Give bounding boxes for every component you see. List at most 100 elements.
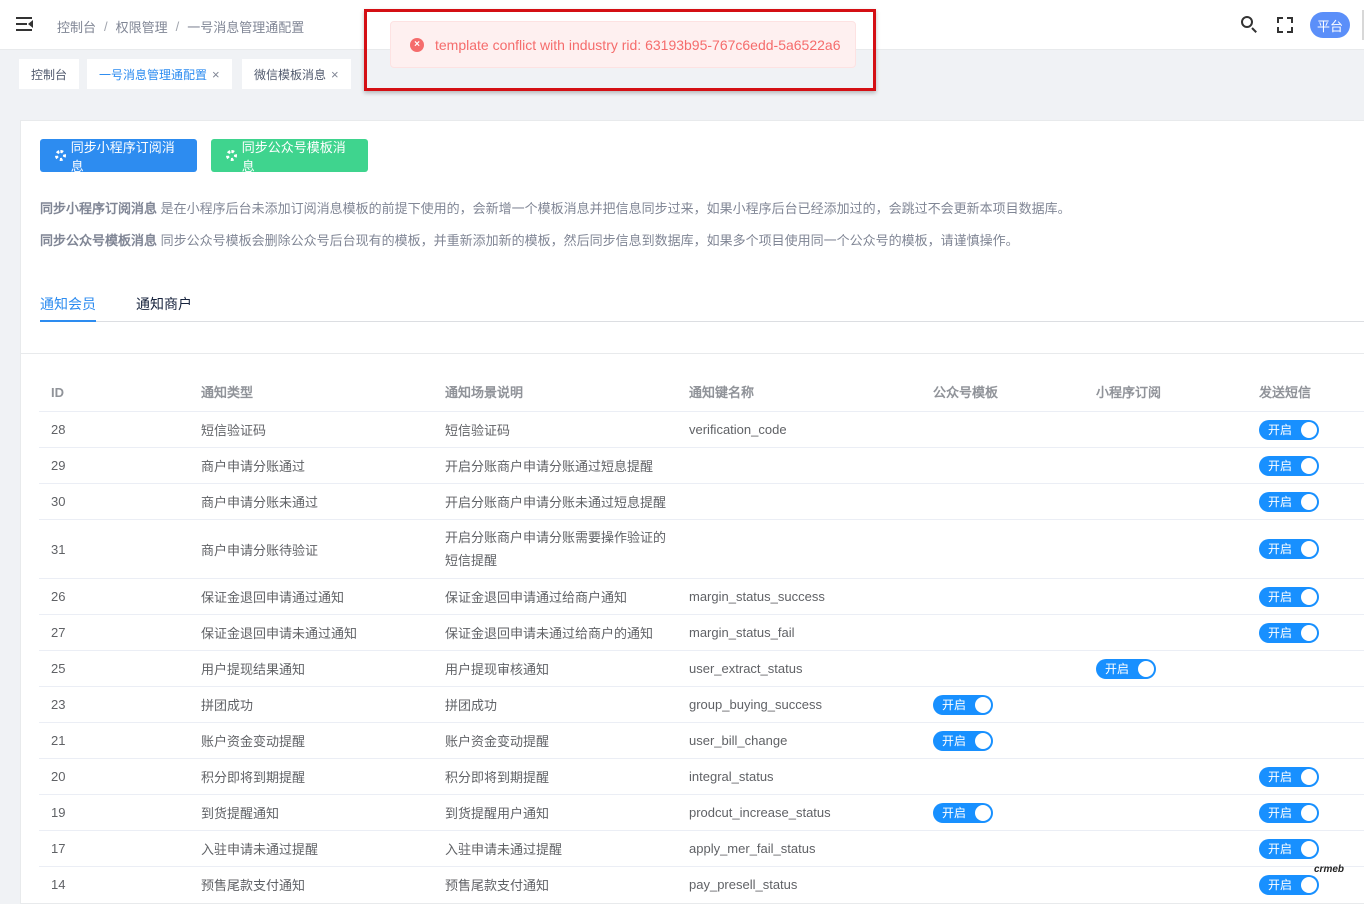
tab-notify-member[interactable]: 通知会员: [40, 294, 96, 314]
switch-knob: [1301, 768, 1317, 785]
sync-miniprogram-button[interactable]: 同步小程序订阅消息: [40, 139, 197, 174]
sms-switch[interactable]: 开启: [1259, 539, 1319, 559]
cell-switch: 开启: [933, 795, 993, 830]
cell-type: 用户提现结果通知: [201, 662, 306, 677]
main-card: 同步小程序订阅消息 同步公众号模板消息 同步小程序订阅消息 是在小程序后台未添加…: [20, 120, 1364, 904]
cell-key: user_extract_status: [689, 661, 803, 676]
cell-switch: 开启: [1259, 484, 1319, 519]
cell-id: 17: [51, 841, 66, 856]
wechat-template-switch[interactable]: 开启: [933, 694, 993, 715]
tag-label: 一号消息管理通配置: [99, 67, 208, 82]
cell-id: 14: [51, 877, 66, 892]
cell-id: 28: [51, 422, 66, 437]
close-icon[interactable]: ×: [331, 68, 339, 81]
table-row: 31 商户申请分账待验证 开启分账商户申请分账需要操作验证的短信提醒 开启: [39, 519, 1364, 578]
cell-type: 商户申请分账待验证: [201, 542, 319, 558]
sms-switch[interactable]: 开启: [1259, 491, 1319, 512]
table-row: 25 用户提现结果通知 用户提现审核通知 user_extract_status 开启: [39, 650, 1364, 686]
cell-key: margin_status_fail: [689, 625, 795, 640]
switch-knob: [1301, 421, 1317, 438]
switch-label: 开启: [1268, 877, 1293, 892]
table-row: 17 入驻申请未通过提醒 入驻申请未通过提醒 apply_mer_fail_statu…: [39, 830, 1364, 866]
cell-id: 29: [51, 458, 66, 473]
switch-knob: [1301, 588, 1317, 605]
sms-switch[interactable]: 开启: [1259, 419, 1319, 440]
cell-scene: 开启分账商户申请分账需要操作验证的短信提醒: [445, 530, 667, 568]
switch-label: 开启: [942, 805, 967, 820]
active-tab-indicator: [40, 320, 96, 322]
breadcrumb-item-permission[interactable]: 权限管理: [116, 17, 168, 36]
search-icon[interactable]: [1240, 15, 1260, 35]
note-title: 同步小程序订阅消息: [40, 201, 158, 216]
switch-label: 开启: [1268, 494, 1293, 509]
gear-icon: [226, 150, 237, 161]
sync-official-note: 同步公众号模板消息 同步公众号模板会删除公众号后台现有的模板，并重新添加新的模板…: [40, 230, 1019, 249]
cell-scene: 保证金退回申请通过给商户通知: [445, 590, 628, 605]
error-toast: × template conflict with industry rid: 6…: [390, 21, 856, 68]
gear-icon: [55, 150, 66, 161]
switch-knob: [1301, 624, 1317, 641]
cell-scene: 短信验证码: [445, 423, 511, 438]
tag-dashboard[interactable]: 控制台: [19, 59, 80, 89]
cell-scene: 开启分账商户申请分账通过短息提醒: [445, 459, 654, 474]
cell-switch: 开启: [933, 723, 993, 758]
cell-id: 27: [51, 625, 66, 640]
cell-switch: 开启: [1259, 615, 1319, 650]
table-row: 21 账户资金变动提醒 账户资金变动提醒 user_bill_change 开启: [39, 722, 1364, 758]
cell-switch: 开启: [1259, 448, 1319, 483]
wechat-template-switch[interactable]: 开启: [933, 730, 993, 751]
cell-id: 30: [51, 494, 66, 509]
cell-id: 23: [51, 697, 66, 712]
switch-label: 开启: [1268, 769, 1293, 784]
cell-switch: 开启: [1259, 412, 1319, 447]
switch-label: 开启: [1268, 589, 1293, 604]
cell-switch: 开启: [1259, 520, 1319, 578]
table-row: 28 短信验证码 短信验证码 verification_code 开启: [39, 411, 1364, 447]
sms-switch[interactable]: 开启: [1259, 586, 1319, 607]
cell-scene: 账户资金变动提醒: [445, 734, 550, 749]
sms-switch[interactable]: 开启: [1259, 802, 1319, 823]
cell-scene: 预售尾款支付通知: [445, 878, 550, 893]
note-text: 同步公众号模板会删除公众号后台现有的模板，并重新添加新的模板，然后同步信息到数据…: [157, 233, 1019, 248]
table-row: 30 商户申请分账未通过 开启分账商户申请分账未通过短息提醒 开启: [39, 483, 1364, 519]
cell-key: integral_status: [689, 769, 774, 784]
sync-official-account-button[interactable]: 同步公众号模板消息: [211, 139, 368, 174]
cell-id: 25: [51, 661, 66, 676]
menu-fold-icon[interactable]: [16, 16, 34, 32]
column-header-type: 通知类型: [201, 385, 254, 400]
note-title: 同步公众号模板消息: [40, 233, 158, 248]
switch-knob: [1301, 804, 1317, 821]
breadcrumb-item-dashboard[interactable]: 控制台: [57, 17, 96, 36]
switch-knob: [1301, 493, 1317, 510]
tab-notify-merchant[interactable]: 通知商户: [136, 294, 192, 314]
table-row: 29 商户申请分账通过 开启分账商户申请分账通过短息提醒 开启: [39, 447, 1364, 483]
cell-scene: 积分即将到期提醒: [445, 770, 550, 785]
cell-type: 保证金退回申请未通过通知: [201, 626, 358, 641]
tag-wechat-template[interactable]: 微信模板消息 ×: [242, 59, 351, 89]
cell-type: 短信验证码: [201, 423, 267, 438]
avatar[interactable]: 平台: [1310, 12, 1350, 38]
wechat-template-switch[interactable]: 开启: [933, 802, 993, 823]
cell-switch: 开启: [1259, 867, 1319, 902]
sms-switch[interactable]: 开启: [1259, 766, 1319, 787]
cell-key: verification_code: [689, 422, 787, 437]
sms-switch[interactable]: 开启: [1259, 622, 1319, 643]
cell-switch: 开启: [1096, 651, 1156, 686]
cell-switch: 开启: [1259, 579, 1319, 614]
table-row: 26 保证金退回申请通过通知 保证金退回申请通过给商户通知 margin_status…: [39, 578, 1364, 614]
tag-message-config[interactable]: 一号消息管理通配置 ×: [87, 59, 232, 89]
column-header-wechat: 公众号模板: [933, 385, 999, 400]
cell-key: user_bill_change: [689, 733, 788, 748]
routine-subscribe-switch[interactable]: 开启: [1096, 658, 1156, 679]
tag-label: 控制台: [31, 67, 68, 82]
switch-label: 开启: [1105, 661, 1130, 676]
cell-id: 19: [51, 805, 66, 820]
column-header-scene: 通知场景说明: [445, 385, 524, 400]
table-row: 23 拼团成功 拼团成功 group_buying_success 开启: [39, 686, 1364, 722]
sms-switch[interactable]: 开启: [1259, 838, 1319, 859]
sms-switch[interactable]: 开启: [1259, 874, 1319, 895]
sms-switch[interactable]: 开启: [1259, 455, 1319, 476]
fullscreen-icon[interactable]: [1275, 15, 1295, 35]
cell-type: 积分即将到期提醒: [201, 770, 306, 785]
close-icon[interactable]: ×: [212, 68, 220, 81]
